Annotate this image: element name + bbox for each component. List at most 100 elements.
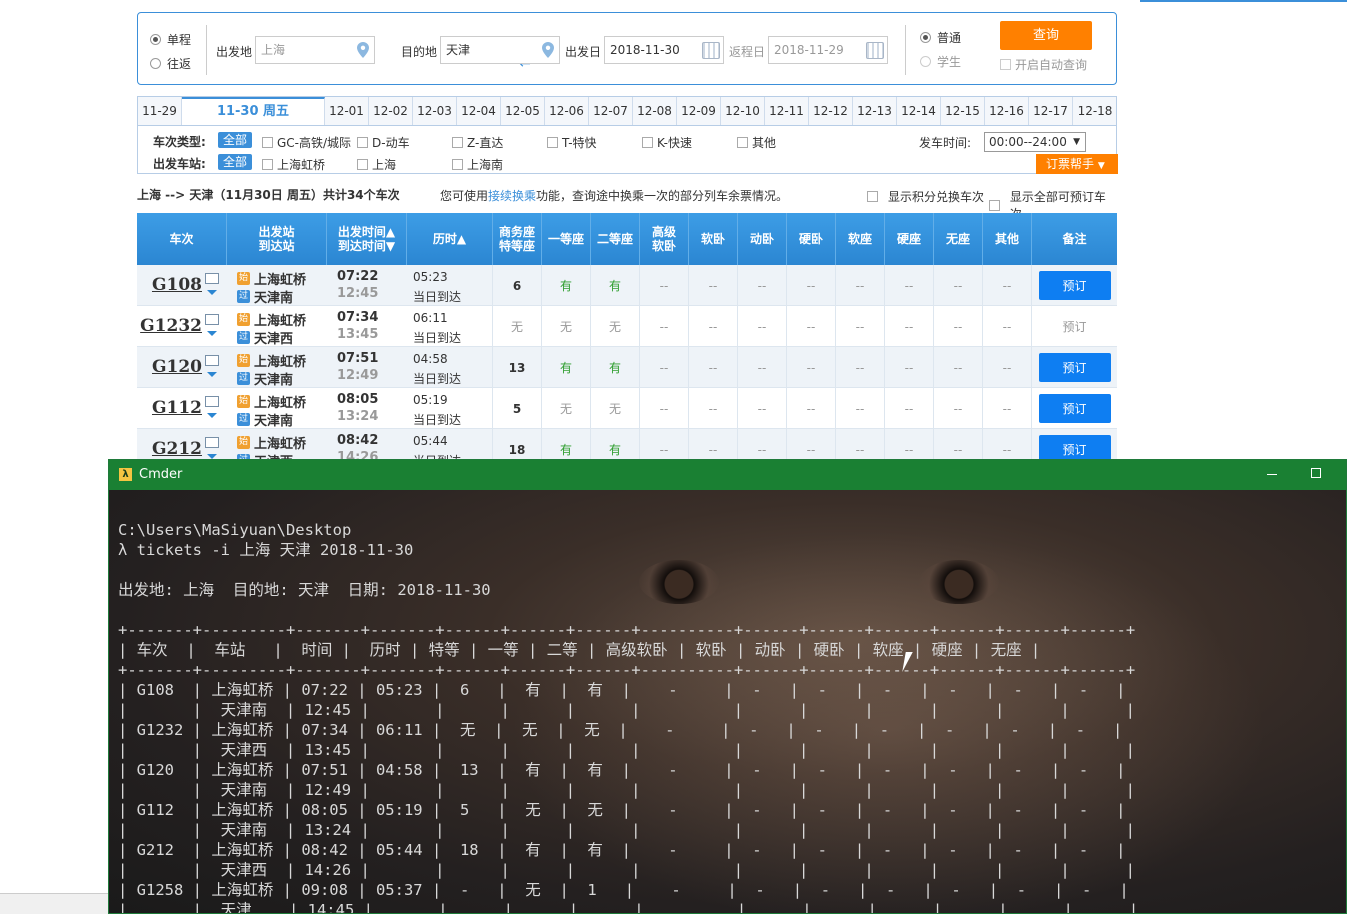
seat-cell: -- [738,306,787,347]
date-tab[interactable]: 11-29 [138,97,182,125]
from-station: 始上海虹桥 [237,269,306,288]
from-input[interactable]: 上海 [255,36,375,64]
date-tab[interactable]: 12-12 [809,97,853,125]
date-tab[interactable]: 12-06 [545,97,589,125]
arrival-day: 当日到达 [413,372,462,386]
train-info-icon[interactable] [205,437,219,448]
train-type-title: 车次类型: [153,135,206,149]
date-tab[interactable]: 12-10 [721,97,765,125]
seat-cell: -- [738,347,787,388]
from-station: 始上海虹桥 [237,433,306,452]
table-header: 车次 出发站 到达站 出发时间▲ 到达时间▼ 历时▲ 商务座 特等座 一等座 二等座 … [137,213,1117,265]
date-tab[interactable]: 12-14 [897,97,941,125]
note-cell: 预订 [1032,429,1117,460]
col-adv-sleeper: 高级 软卧 [640,213,689,265]
col-time[interactable]: 出发时间▲ 到达时间▼ [327,213,407,265]
location-pin-icon [542,42,554,58]
date-tab[interactable]: 12-07 [589,97,633,125]
chevron-down-icon[interactable] [207,372,217,377]
date-tab[interactable]: 12-18 [1073,97,1117,125]
seat-cell: -- [640,388,689,429]
book-button[interactable]: 预订 [1038,435,1111,460]
date-tab[interactable]: 12-02 [369,97,413,125]
show-points-checkbox[interactable]: 显示积分兑换车次 [867,188,984,205]
date-tab[interactable]: 12-04 [457,97,501,125]
col-duration[interactable]: 历时▲ [407,213,493,265]
seat-cell: -- [934,388,983,429]
train-info-icon[interactable] [205,355,219,366]
ticket-helper-button[interactable]: 订票帮手 ▼ [1036,154,1118,174]
maximize-icon[interactable] [1311,468,1321,478]
train-number-link[interactable]: G1232 [140,316,202,336]
train-number-link[interactable]: G108 [152,275,202,295]
train-number-link[interactable]: G120 [152,357,202,377]
train-info-icon[interactable] [205,314,219,325]
depart-time-select[interactable]: 00:00--24:00 ▼ [984,132,1086,152]
book-button[interactable]: 预订 [1038,394,1111,423]
station-label: 上海南 [467,158,504,172]
to-station-name: 天津西 [254,332,294,347]
date-tab[interactable]: 12-13 [853,97,897,125]
date-tab-active[interactable]: 11-30 周五 [182,97,325,125]
station-checkbox[interactable]: 上海 [357,156,396,173]
auto-query-checkbox[interactable]: 开启自动查询 [1000,56,1087,73]
transfer-link[interactable]: 接续换乘 [488,189,536,203]
train-table-body: G108 始上海虹桥过天津南 07:22 12:45 05:23 当日到达 6 有有 -- -- -… [137,265,1117,460]
calendar-icon[interactable] [702,42,720,59]
from-station-name: 上海虹桥 [254,314,307,329]
type-normal-radio[interactable]: 普通 [920,29,961,46]
col-station: 出发站 到达站 [227,213,327,265]
depart-date-input[interactable]: 2018-11-30 [604,36,724,64]
date-tab[interactable]: 12-08 [633,97,677,125]
query-button[interactable]: 查询 [1000,21,1092,50]
date-tab[interactable]: 12-15 [941,97,985,125]
train-info-icon[interactable] [205,396,219,407]
col-no-seat: 无座 [934,213,983,265]
duration: 05:19 [413,393,448,407]
type-checkbox-t[interactable]: T-特快 [547,134,597,151]
train-type-all[interactable]: 全部 [218,132,253,148]
col-soft-sleeper: 软卧 [689,213,738,265]
chevron-down-icon: ▼ [1097,161,1105,171]
date-tab[interactable]: 12-09 [677,97,721,125]
date-tab[interactable]: 12-05 [501,97,545,125]
to-input[interactable]: 天津 [440,36,560,64]
type-checkbox-d[interactable]: D-动车 [357,134,410,151]
date-tab[interactable]: 12-01 [325,97,369,125]
trip-round-radio[interactable]: 往返 [150,55,191,72]
chevron-down-icon[interactable] [207,413,217,418]
seat-cell: -- [787,429,836,460]
train-info-icon[interactable] [205,273,219,284]
seat-cell: 无 [591,388,640,429]
type-student-radio[interactable]: 学生 [920,53,961,70]
return-date-input[interactable]: 2018-11-29 [768,36,888,64]
col-first: 一等座 [542,213,591,265]
top-accent-line [1140,0,1347,2]
type-checkbox-k[interactable]: K-快速 [642,134,692,151]
type-checkbox-z[interactable]: Z-直达 [452,134,503,151]
book-button[interactable]: 预订 [1038,271,1111,300]
type-checkbox-gc[interactable]: GC-高铁/城际 [262,134,351,151]
cmder-titlebar[interactable]: λ Cmder [109,460,1346,490]
train-number-link[interactable]: G112 [152,398,202,418]
date-tab[interactable]: 12-03 [413,97,457,125]
chevron-down-icon[interactable] [207,331,217,336]
terminal-area[interactable]: C:\Users\MaSiyuan\Desktop λ tickets -i 上海… [109,490,1346,913]
date-tab[interactable]: 12-11 [765,97,809,125]
type-checkbox-other[interactable]: 其他 [737,134,776,151]
train-number-link[interactable]: G212 [152,439,202,459]
trip-one-way-radio[interactable]: 单程 [150,31,191,48]
date-tab[interactable]: 12-17 [1029,97,1073,125]
book-button[interactable]: 预订 [1038,353,1111,382]
station-all[interactable]: 全部 [218,154,253,170]
background-image [639,560,719,604]
calendar-icon[interactable] [866,42,884,59]
chevron-down-icon[interactable] [207,290,217,295]
minimize-icon[interactable] [1267,474,1277,475]
station-checkbox[interactable]: 上海南 [452,156,503,173]
date-tab[interactable]: 12-16 [985,97,1029,125]
train-number-cell: G112 [137,388,227,429]
station-checkbox[interactable]: 上海虹桥 [262,156,325,173]
station-title: 出发车站: [153,157,206,171]
start-badge: 始 [237,395,250,408]
